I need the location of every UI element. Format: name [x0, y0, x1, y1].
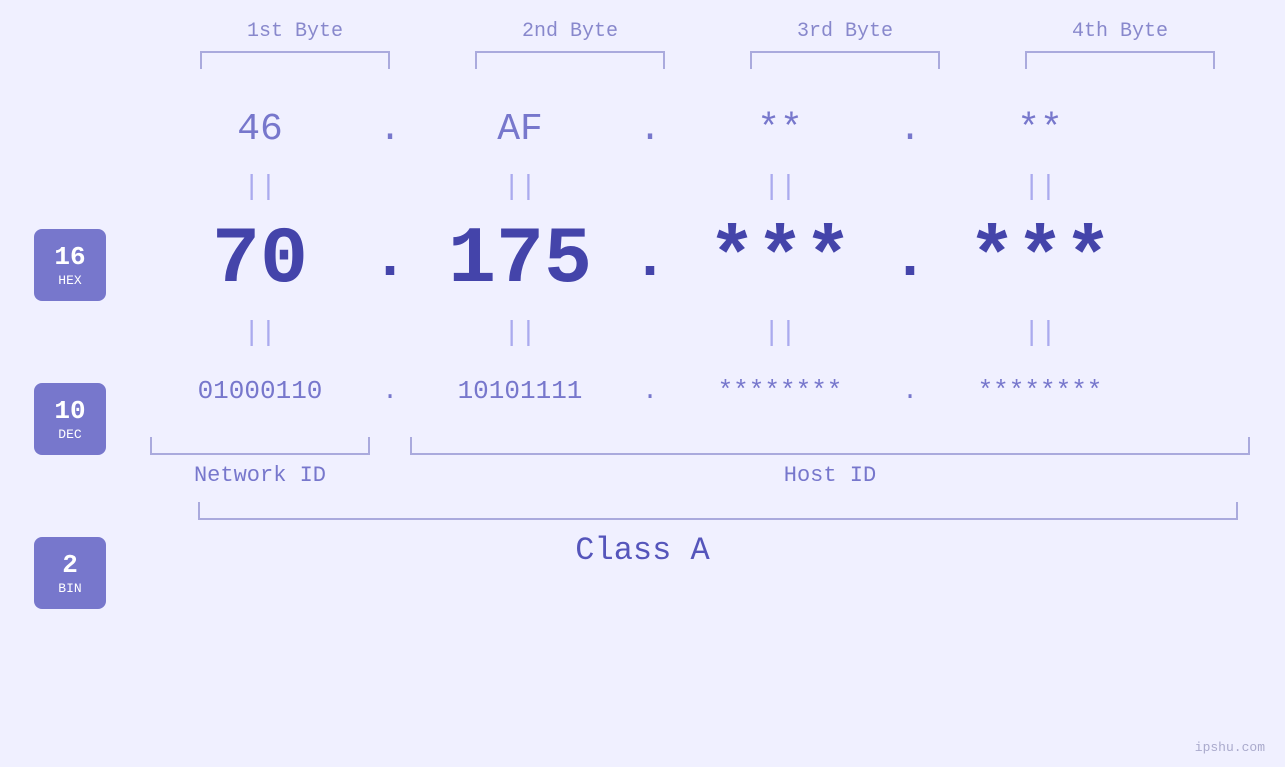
full-bracket-container	[198, 502, 1238, 520]
byte2-header: 2nd Byte	[460, 20, 680, 43]
hex-b2: AF	[410, 108, 630, 151]
bracket-network-id	[150, 437, 370, 455]
byte3-header: 3rd Byte	[735, 20, 955, 43]
bin-row: 01000110 . 10101111 . ******** .	[150, 351, 1250, 431]
dec-b3: ***	[670, 215, 890, 306]
full-bottom-bracket	[198, 502, 1238, 520]
dec-badge-row: 10 DEC	[0, 383, 140, 455]
id-labels: Network ID Host ID	[150, 463, 1250, 488]
bracket-host-id	[410, 437, 1250, 455]
hex-badge-row: 16 HEX	[0, 229, 140, 301]
bracket-byte4	[1025, 51, 1215, 69]
bracket-byte3	[750, 51, 940, 69]
byte1-header: 1st Byte	[185, 20, 405, 43]
hex-badge: 16 HEX	[34, 229, 106, 301]
bin-b4: ********	[930, 376, 1150, 406]
bracket-byte2	[475, 51, 665, 69]
equals-row-1: || || || ||	[150, 169, 1250, 205]
bin-b1: 01000110	[150, 376, 370, 406]
bin-badge-row: 2 BIN	[0, 537, 140, 609]
hex-b4: **	[930, 108, 1150, 151]
hex-b1: 46	[150, 108, 370, 151]
network-id-label: Network ID	[150, 463, 370, 488]
hex-row: 46 . AF . ** . **	[150, 89, 1250, 169]
bottom-brackets-row	[150, 437, 1250, 455]
dec-b4: ***	[930, 215, 1150, 306]
dec-b1: 70	[150, 215, 370, 306]
bin-b2: 10101111	[410, 376, 630, 406]
bin-b3: ********	[670, 376, 890, 406]
bracket-byte1	[200, 51, 390, 69]
dec-b2: 175	[410, 215, 630, 306]
hex-b3: **	[670, 108, 890, 151]
byte4-header: 4th Byte	[1010, 20, 1230, 43]
class-label: Class A	[575, 532, 709, 569]
byte-headers: 1st Byte 2nd Byte 3rd Byte 4th Byte	[158, 20, 1258, 43]
grid-area: 46 . AF . ** . **	[150, 89, 1250, 488]
top-brackets	[158, 51, 1258, 69]
badges-column: 16 HEX 10 DEC 2 BIN	[0, 209, 140, 609]
main-container: 1st Byte 2nd Byte 3rd Byte 4th Byte 16 H…	[0, 0, 1285, 767]
dec-badge: 10 DEC	[34, 383, 106, 455]
watermark: ipshu.com	[1195, 740, 1265, 755]
dec-row: 70 . 175 . *** . ***	[150, 205, 1250, 315]
host-id-label: Host ID	[410, 463, 1250, 488]
equals-row-2: || || || ||	[150, 315, 1250, 351]
bin-badge: 2 BIN	[34, 537, 106, 609]
